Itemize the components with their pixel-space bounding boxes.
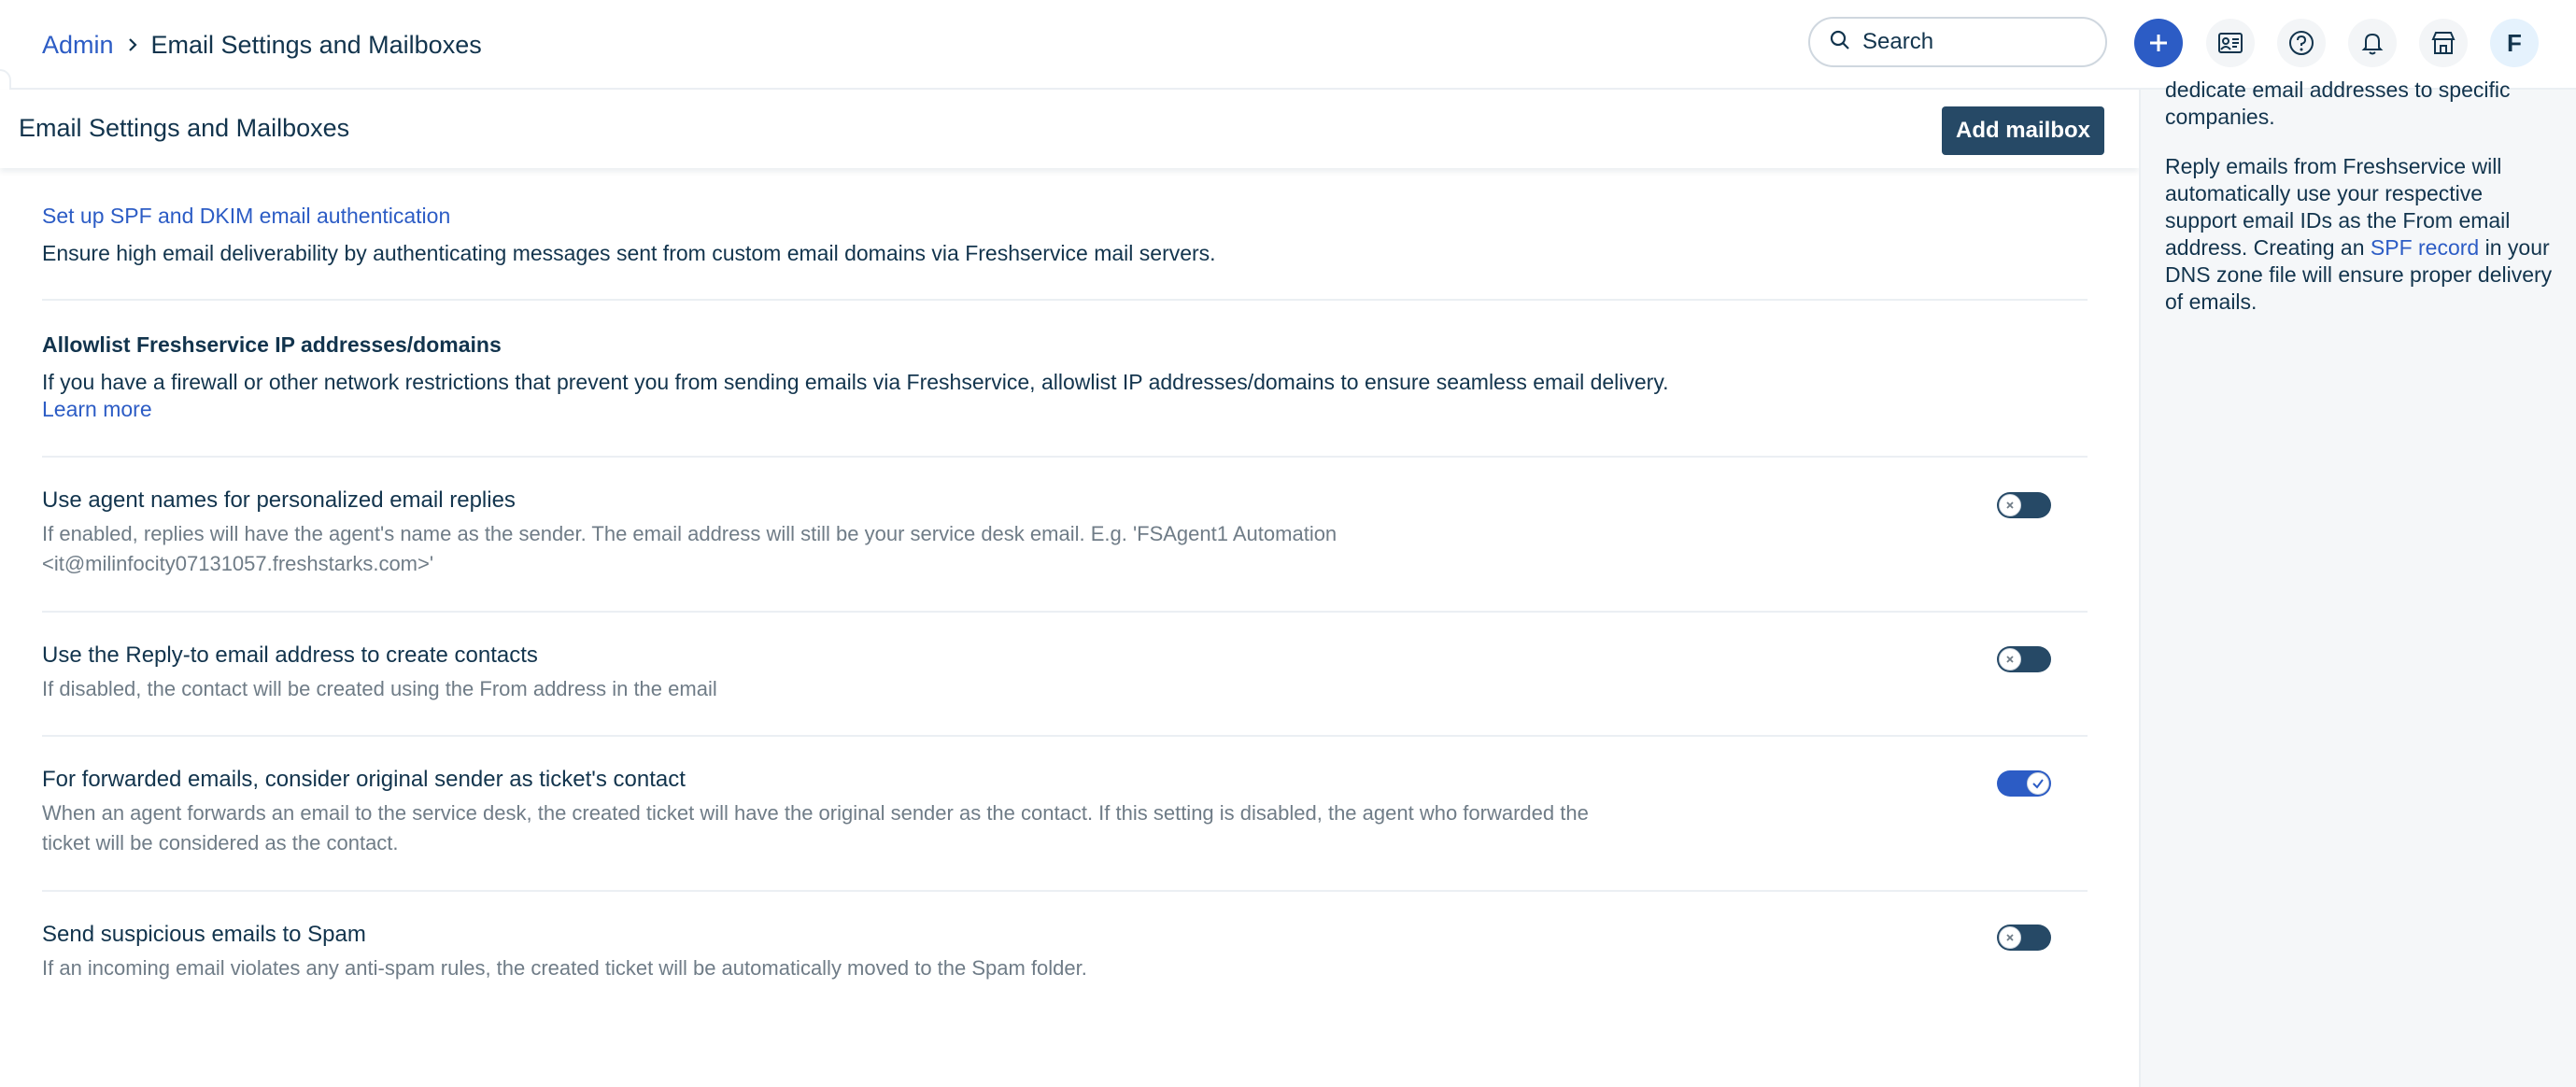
divider [42, 611, 2088, 613]
setting-forwarded-emails: For forwarded emails, consider original … [42, 765, 2088, 858]
page-header: Email Settings and Mailboxes Add mailbox [0, 90, 2139, 168]
setting-title: Use the Reply-to email address to create… [42, 642, 538, 668]
spf-section: Set up SPF and DKIM email authentication… [42, 204, 2088, 268]
reply-to-toggle[interactable] [1997, 646, 2051, 672]
help-line: support email IDs as the From email [2165, 208, 2511, 233]
new-item-button[interactable] [2134, 19, 2183, 67]
forwarded-emails-toggle[interactable] [1997, 770, 2051, 797]
search-box[interactable] [1808, 17, 2107, 67]
plus-icon [2150, 35, 2167, 51]
setting-title: Send suspicious emails to Spam [42, 922, 366, 947]
allowlist-description: If you have a firewall or other network … [42, 370, 1669, 394]
setting-title: For forwarded emails, consider original … [42, 767, 686, 792]
setting-reply-to: Use the Reply-to email address to create… [42, 641, 2088, 704]
agent-names-toggle[interactable] [1997, 492, 2051, 518]
breadcrumb: Admin Email Settings and Mailboxes [42, 26, 482, 64]
setting-title: Use agent names for personalized email r… [42, 487, 516, 513]
spf-description: Ensure high email deliverability by auth… [42, 241, 1216, 265]
spam-toggle[interactable] [1997, 925, 2051, 951]
help-line: automatically use your respective [2165, 181, 2484, 205]
help-text: dedicate email addresses to specific com… [2165, 77, 2557, 131]
close-icon [1999, 926, 2021, 949]
divider [42, 299, 2088, 301]
help-button[interactable] [2277, 19, 2326, 67]
spf-setup-link[interactable]: Set up SPF and DKIM email authentication [42, 204, 2088, 229]
help-line: address. Creating an SPF record in your [2165, 234, 2557, 261]
setting-agent-names: Use agent names for personalized email r… [42, 486, 2088, 579]
search-input[interactable] [1862, 29, 2087, 55]
setting-description: If enabled, replies will have the agent'… [42, 522, 1338, 545]
divider [42, 890, 2088, 892]
contact-card-icon [2218, 33, 2243, 53]
notifications-button[interactable] [2348, 19, 2397, 67]
help-icon [2289, 31, 2314, 55]
help-line: Reply emails from Freshservice will [2165, 154, 2502, 178]
help-fragment: in your [2479, 235, 2550, 260]
setting-description-cont: <it@milinfocity07131057.freshstarks.com>… [42, 552, 434, 575]
help-line: of emails. [2165, 289, 2258, 314]
checkmark-icon [2027, 772, 2049, 795]
allowlist-section: Allowlist Freshservice IP addresses/doma… [42, 332, 2088, 422]
help-panel: dedicate email addresses to specific com… [2139, 78, 2576, 1087]
setting-description: If an incoming email violates any anti-s… [42, 956, 1087, 980]
setting-description-cont: ticket will be considered as the contact… [42, 831, 399, 854]
close-icon [1999, 648, 2021, 671]
divider [42, 456, 2088, 458]
service-catalog-button[interactable] [2206, 19, 2255, 67]
help-line: DNS zone file will ensure proper deliver… [2165, 262, 2553, 287]
breadcrumb-current: Email Settings and Mailboxes [150, 30, 482, 59]
close-icon [1999, 494, 2021, 516]
add-mailbox-button[interactable]: Add mailbox [1942, 106, 2104, 155]
breadcrumb-admin-link[interactable]: Admin [42, 31, 114, 60]
help-fragment: address. Creating an [2165, 235, 2371, 260]
chevron-right-icon [125, 37, 140, 52]
setting-spam: Send suspicious emails to Spam If an inc… [42, 920, 2088, 983]
help-line: companies. [2165, 105, 2275, 129]
learn-more-link[interactable]: Learn more [42, 397, 2088, 422]
avatar[interactable]: F [2490, 19, 2539, 67]
divider [42, 735, 2088, 737]
page-title: Email Settings and Mailboxes [19, 114, 350, 142]
allowlist-title: Allowlist Freshservice IP addresses/doma… [42, 332, 502, 357]
help-line: dedicate email addresses to specific [2165, 78, 2511, 102]
setting-description: When an agent forwards an email to the s… [42, 801, 1589, 825]
store-icon [2431, 32, 2456, 54]
spf-record-link[interactable]: SPF record [2371, 235, 2479, 260]
marketplace-button[interactable] [2419, 19, 2468, 67]
help-text: Reply emails from Freshservice will auto… [2165, 153, 2557, 316]
setting-description: If disabled, the contact will be created… [42, 677, 717, 700]
bell-icon [2361, 33, 2384, 55]
search-icon [1829, 29, 1851, 56]
